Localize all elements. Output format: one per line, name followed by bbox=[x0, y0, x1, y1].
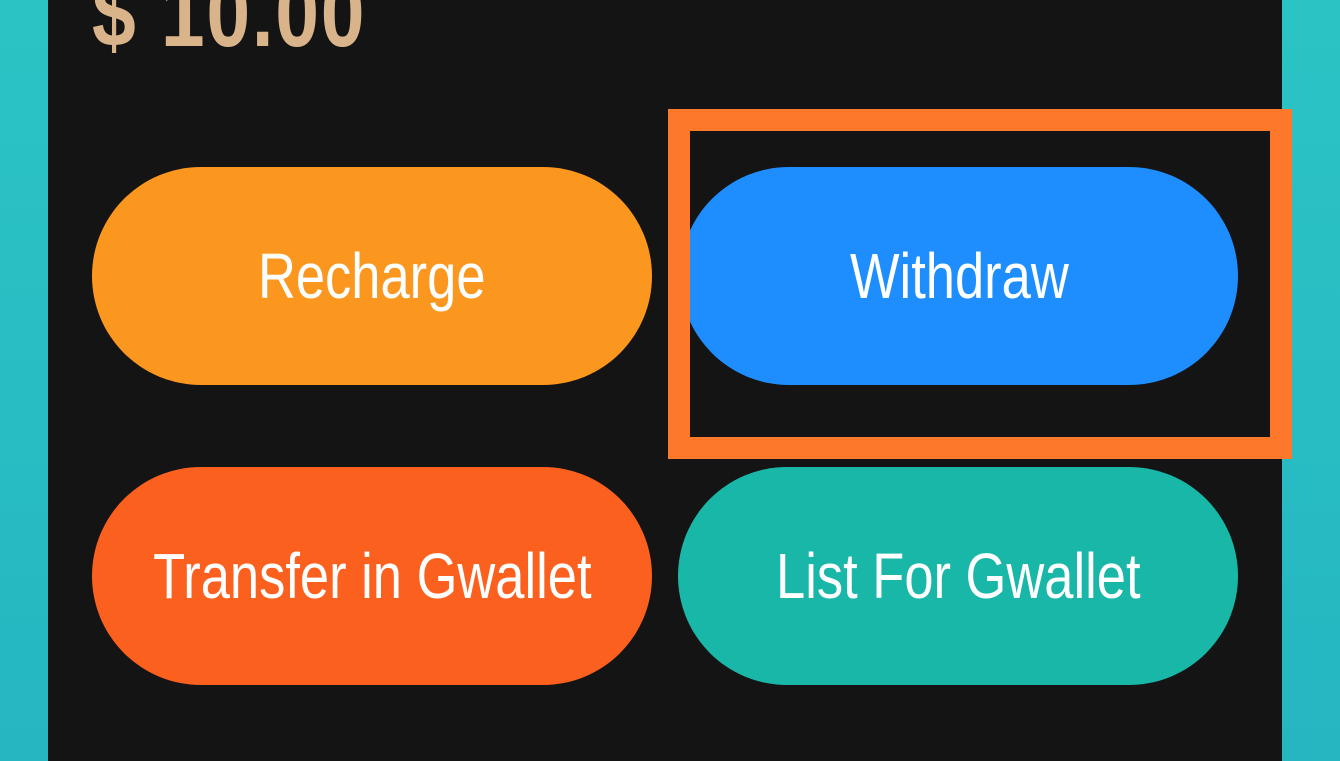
recharge-button[interactable]: Recharge bbox=[92, 167, 652, 385]
list-for-gwallet-label: List For Gwallet bbox=[775, 540, 1141, 612]
recharge-button-label: Recharge bbox=[258, 240, 486, 312]
withdraw-button-label: Withdraw bbox=[849, 240, 1069, 312]
list-for-gwallet-button[interactable]: List For Gwallet bbox=[678, 467, 1238, 685]
transfer-in-gwallet-label: Transfer in Gwallet bbox=[152, 540, 592, 612]
withdraw-button[interactable]: Withdraw bbox=[680, 167, 1238, 385]
balance-amount: $ 10.00 bbox=[92, 0, 367, 67]
transfer-in-gwallet-button[interactable]: Transfer in Gwallet bbox=[92, 467, 652, 685]
